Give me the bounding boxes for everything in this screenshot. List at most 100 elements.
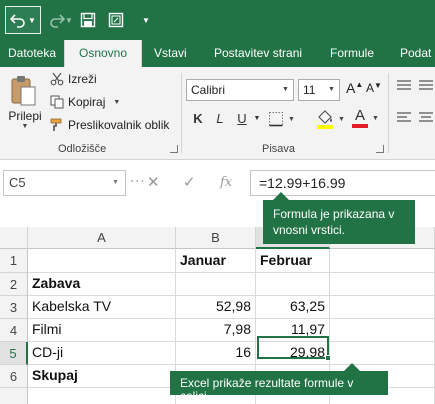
fill-color-dropdown-caret[interactable]: ▼ (338, 116, 345, 123)
row-header-7[interactable] (0, 388, 28, 404)
cell-a4[interactable]: Filmi (28, 319, 176, 342)
undo-icon (10, 14, 25, 28)
bold-button[interactable]: K (188, 109, 208, 129)
redo-button[interactable]: ▼ (44, 6, 78, 34)
font-name-value: Calibri (191, 83, 226, 97)
tab-insert[interactable]: Vstavi (154, 40, 187, 67)
fill-handle[interactable] (325, 355, 331, 361)
save-icon (80, 12, 96, 28)
borders-button[interactable]: ▼ (268, 111, 295, 127)
column-header-a[interactable]: A (28, 227, 176, 249)
font-color-swatch (352, 124, 368, 128)
name-box[interactable]: C5 ▼ (3, 170, 126, 196)
align-center-button[interactable] (418, 111, 435, 123)
font-size-dropdown-caret[interactable]: ▼ (324, 80, 339, 100)
grow-font-button[interactable]: A▲ (346, 80, 363, 96)
row-header-2[interactable]: 2 (0, 273, 28, 296)
tab-page-layout[interactable]: Postavitev strani (214, 40, 302, 67)
fill-color-icon (317, 110, 333, 129)
row-header-4[interactable]: 4 (0, 319, 28, 342)
font-color-dropdown-caret[interactable]: ▼ (372, 115, 379, 122)
underline-button[interactable]: U (232, 109, 252, 129)
format-painter-label: Preslikovalnik oblik (68, 118, 170, 132)
tab-formulas[interactable]: Formule (330, 40, 374, 67)
italic-button[interactable]: L (210, 109, 230, 129)
copy-label: Kopiraj (68, 95, 106, 109)
name-box-value: C5 (9, 175, 26, 190)
callout-arrow (344, 363, 360, 371)
tab-home[interactable]: Osnovno (64, 40, 142, 67)
font-color-icon: A (352, 108, 368, 128)
cell-c3[interactable]: 63,25 (256, 296, 330, 319)
undo-button[interactable]: ▼ (5, 6, 41, 34)
orientation-button[interactable] (418, 79, 435, 91)
row-header-6[interactable]: 6 (0, 365, 28, 388)
redo-dropdown-caret[interactable]: ▼ (65, 16, 73, 25)
borders-icon (269, 112, 283, 127)
cell-a2[interactable]: Zabava (28, 273, 176, 296)
paste-button[interactable]: Prilepi ▼ (6, 75, 44, 130)
cut-label: Izreži (68, 72, 97, 86)
name-box-dropdown-caret[interactable]: ▼ (112, 171, 119, 195)
cell-b2[interactable] (176, 273, 256, 296)
borders-dropdown-caret[interactable]: ▼ (288, 116, 295, 123)
cell-b3[interactable]: 52,98 (176, 296, 256, 319)
cell-d1[interactable] (330, 249, 435, 273)
cell-a1[interactable] (28, 249, 176, 273)
copy-button[interactable]: Kopiraj ▼ (50, 95, 120, 109)
shrink-font-icon: A▼ (366, 81, 382, 95)
orientation-icon (419, 80, 433, 90)
copy-dropdown-caret[interactable]: ▼ (113, 99, 120, 106)
font-size-combo[interactable]: 11 ▼ (298, 79, 340, 101)
fill-color-button[interactable]: ▼ (316, 109, 345, 129)
tab-data[interactable]: Podat (400, 40, 431, 67)
cell-c2[interactable] (256, 273, 330, 296)
paste-label: Prilepi (8, 109, 42, 123)
select-all-corner[interactable] (0, 227, 28, 249)
cell-b1[interactable]: Januar (176, 249, 256, 273)
cell-d3[interactable] (330, 296, 435, 319)
cell-b4[interactable]: 7,98 (176, 319, 256, 342)
tab-file[interactable]: Datoteka (8, 40, 56, 67)
cell-d5[interactable] (330, 342, 435, 365)
cell-d2[interactable] (330, 273, 435, 296)
cell-c1[interactable]: Februar (256, 249, 330, 273)
format-painter-button[interactable]: Preslikovalnik oblik (50, 118, 169, 132)
group-separator (181, 73, 182, 153)
scissors-icon (50, 72, 64, 86)
align-top-button[interactable] (396, 79, 416, 91)
enter-button[interactable]: ✓ (183, 170, 196, 196)
paste-dropdown-caret[interactable]: ▼ (22, 123, 29, 130)
result-callout: Excel prikaže rezultate formule v celici… (170, 363, 388, 403)
customize-qat-button[interactable]: ▼ (140, 6, 152, 34)
align-left-button[interactable] (396, 111, 416, 123)
active-cell-selection (257, 336, 331, 361)
save-button[interactable] (78, 6, 98, 34)
row-header-1[interactable]: 1 (0, 249, 28, 273)
insert-function-button[interactable]: fx (220, 170, 232, 196)
font-dialog-launcher[interactable] (376, 145, 384, 153)
row-header-5[interactable]: 5 (0, 342, 28, 365)
ribbon-tabs: Datoteka Osnovno Vstavi Postavitev stran… (0, 40, 435, 67)
font-name-combo[interactable]: Calibri ▼ (186, 79, 294, 101)
row-header-3[interactable]: 3 (0, 296, 28, 319)
font-color-button[interactable]: A ▼ (352, 108, 379, 128)
underline-dropdown-caret[interactable]: ▼ (252, 109, 262, 129)
cell-a3[interactable]: Kabelska TV (28, 296, 176, 319)
cell-b5[interactable]: 16 (176, 342, 256, 365)
clipboard-dialog-launcher[interactable] (170, 145, 178, 153)
font-group-label: Pisava (262, 143, 296, 155)
shrink-font-button[interactable]: A▼ (366, 81, 382, 95)
cell-d4[interactable] (330, 319, 435, 342)
font-name-dropdown-caret[interactable]: ▼ (278, 80, 293, 100)
touch-mode-button[interactable] (106, 6, 126, 34)
clipboard-group-label: Odložišče (58, 143, 107, 155)
cell-a7[interactable] (28, 388, 176, 404)
cell-a6[interactable]: Skupaj (28, 365, 176, 388)
column-header-b[interactable]: B (176, 227, 256, 249)
cut-button[interactable]: Izreži (50, 72, 97, 86)
paintbrush-icon (50, 118, 62, 131)
cell-a5[interactable]: CD-ji (28, 342, 176, 365)
undo-dropdown-caret[interactable]: ▼ (28, 16, 36, 25)
cancel-button[interactable]: ✕ (147, 170, 160, 196)
